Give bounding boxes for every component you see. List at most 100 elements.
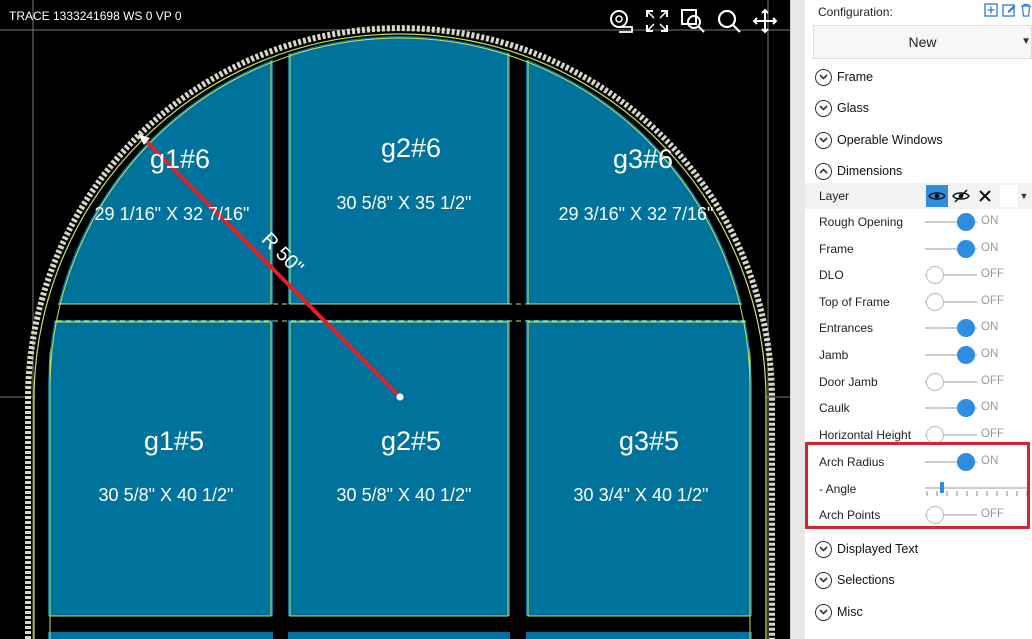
toggle-knob [957,213,975,231]
pane-id: g1#5 [144,426,204,456]
section-label: Glass [837,101,869,115]
pane-size: 30 5/8" X 35 1/2" [337,193,472,213]
toggle-state: OFF [981,375,1004,387]
toggle-state: ON [981,401,999,413]
section-label: Selections [837,573,895,587]
section-label: Dimensions [837,164,903,178]
toggle-label: DLO [819,268,844,282]
section-label: Operable Windows [837,133,943,147]
trace-info: TRACE 1333241698 WS 0 VP 0 [9,9,182,23]
configuration-value: New [908,34,937,50]
chevron-down-icon[interactable]: ▼ [1019,185,1029,207]
layer-row: Layer ▼ [805,183,1032,209]
section-frame[interactable]: Frame [815,66,873,88]
pane-size: 30 5/8" X 40 1/2" [337,485,472,505]
eye-icon[interactable] [926,185,948,207]
chevron-down-icon [815,571,832,589]
delete-icon[interactable] [1020,3,1032,22]
pane-size: 29 1/16" X 32 7/16" [95,204,250,224]
section-glass[interactable]: Glass [815,97,869,119]
toggle-knob [957,399,975,417]
chevron-down-icon [815,603,832,621]
toggle-label: Entrances [819,321,874,335]
toggle-switch[interactable] [925,293,977,311]
pane-size: 30 5/8" X 40 1/2" [99,485,234,505]
toggle-knob [957,240,975,258]
pane-id: g2#5 [381,426,441,456]
toggle-label: Door Jamb [819,375,878,389]
toggle-label: Top of Frame [819,295,890,309]
eye-slash-icon[interactable] [950,185,972,207]
chevron-down-icon [815,68,832,86]
toggle-knob [926,266,944,284]
toggle-switch[interactable] [925,319,977,337]
section-misc[interactable]: Misc [815,601,863,623]
edit-icon[interactable] [1002,3,1016,22]
pane-g2-5[interactable] [288,320,510,616]
panel-splitter[interactable] [790,0,805,639]
section-label: Frame [837,70,874,84]
zoom-window-icon[interactable] [678,6,708,36]
pan-icon[interactable] [750,6,780,36]
pane-size: 29 3/16" X 32 7/16" [559,204,714,224]
toggle-switch[interactable] [925,373,977,391]
toggle-state: ON [981,215,999,227]
toggle-row-rough-opening: Rough Opening ON [805,209,1032,235]
close-icon[interactable] [974,185,996,207]
highlight-box [805,442,1030,529]
pane-id: g2#6 [381,133,441,163]
section-displayed-text[interactable]: Displayed Text [815,538,918,560]
toggle-switch[interactable] [925,399,977,417]
toggle-state: ON [981,348,999,360]
section-dimensions[interactable]: Dimensions [815,160,902,182]
zoom-icon[interactable] [714,6,744,36]
toggle-row-caulk: Caulk ON [805,395,1032,421]
toggle-row-top-of-frame: Top of Frame OFF [805,289,1032,315]
toggle-state: ON [981,321,999,333]
toggle-label: Frame [819,242,854,256]
toggle-state: OFF [981,268,1004,280]
toggle-knob [957,346,975,364]
measure-tape-icon[interactable] [606,6,636,36]
pane-g1-5[interactable] [48,320,273,616]
section-operable-windows[interactable]: Operable Windows [815,129,943,151]
drawing-canvas[interactable]: g1#6 29 1/16" X 32 7/16" g2#6 30 5/8" X … [0,0,790,639]
toggle-row-entrances: Entrances ON [805,315,1032,341]
configuration-label: Configuration: [818,5,893,19]
toggle-knob [926,373,944,391]
section-label: Misc [837,605,863,619]
configuration-actions [984,3,1032,22]
toggle-row-frame: Frame ON [805,236,1032,262]
canvas-toolbar [606,6,780,36]
toggle-state: OFF [981,428,1004,440]
layer-label: Layer [819,189,850,203]
pane-size: 30 3/4" X 40 1/2" [574,485,709,505]
toggle-switch[interactable] [925,266,977,284]
pane-id: g3#5 [619,426,679,456]
window-drawing: g1#6 29 1/16" X 32 7/16" g2#6 30 5/8" X … [0,0,790,639]
toggle-knob [926,293,944,311]
fit-screen-icon[interactable] [642,6,672,36]
toggle-switch[interactable] [925,213,977,231]
toggle-label: Horizontal Height [819,428,912,442]
chevron-down-icon [815,131,832,149]
chevron-up-icon [815,162,832,180]
pane-id: g3#6 [613,144,673,174]
add-icon[interactable] [984,3,998,22]
pane-g3-5[interactable] [526,320,752,616]
toggle-switch[interactable] [925,240,977,258]
section-selections[interactable]: Selections [815,569,895,591]
chevron-down-icon [815,99,832,117]
configuration-dropdown[interactable]: New ▼ [813,25,1032,59]
toggle-row-door-jamb: Door Jamb OFF [805,369,1032,395]
toggle-label: Rough Opening [819,215,904,229]
radius-center [396,393,404,401]
toggle-switch[interactable] [925,346,977,364]
toggle-state: ON [981,242,999,254]
toggle-state: OFF [981,295,1004,307]
color-swatch[interactable] [1000,185,1018,207]
pane-id: g1#6 [150,144,210,174]
chevron-down-icon: ▼ [1021,36,1031,47]
chevron-down-icon [815,540,832,558]
toggle-row-jamb: Jamb ON [805,342,1032,368]
